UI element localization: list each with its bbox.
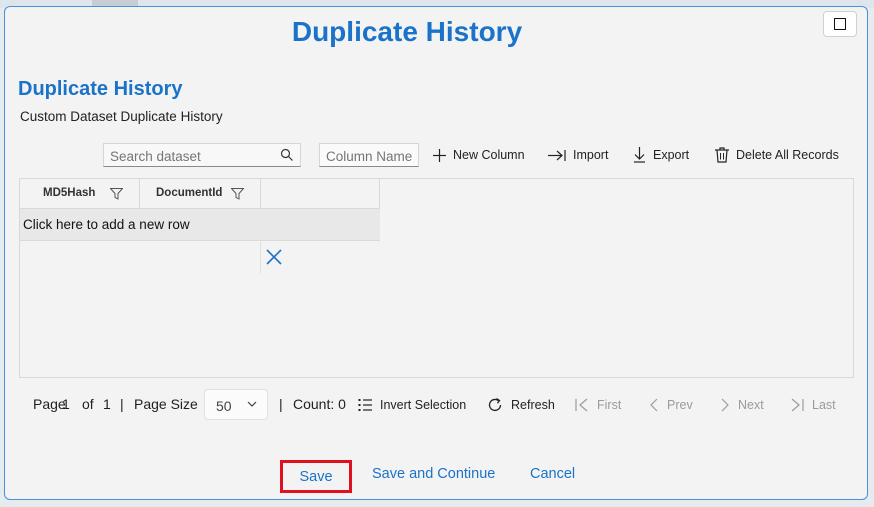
record-count: Count: 0 xyxy=(293,396,346,412)
first-page-button[interactable]: First xyxy=(575,395,621,415)
new-column-label: New Column xyxy=(453,148,525,162)
search-icon[interactable] xyxy=(280,148,294,167)
delete-all-records-button[interactable]: Delete All Records xyxy=(715,144,839,166)
delete-all-records-label: Delete All Records xyxy=(736,148,839,162)
add-new-row-label: Click here to add a new row xyxy=(23,217,190,232)
current-page: 1 xyxy=(62,396,70,412)
column-header-label: DocumentId xyxy=(156,187,223,199)
new-column-button[interactable]: New Column xyxy=(433,144,525,166)
search-input[interactable] xyxy=(108,146,272,166)
duplicate-history-dialog: Duplicate History Duplicate History Cust… xyxy=(4,6,868,500)
maximize-button[interactable] xyxy=(823,11,857,37)
chevron-right-icon xyxy=(721,398,729,412)
trash-icon xyxy=(715,147,729,163)
column-header-md5hash[interactable]: MD5Hash xyxy=(20,179,140,209)
chevron-left-icon xyxy=(650,398,658,412)
column-name-input[interactable] xyxy=(324,146,420,166)
first-page-icon xyxy=(575,398,588,412)
column-header-documentid[interactable]: DocumentId xyxy=(140,179,261,209)
page-size-select[interactable]: 50 xyxy=(204,389,268,420)
column-name-field[interactable] xyxy=(319,143,420,167)
refresh-button[interactable]: Refresh xyxy=(487,395,555,415)
refresh-label: Refresh xyxy=(511,398,555,412)
download-icon xyxy=(634,147,645,163)
dialog-title: Duplicate History xyxy=(291,16,523,47)
filter-icon[interactable] xyxy=(231,188,244,200)
list-icon xyxy=(358,399,372,411)
invert-selection-button[interactable]: Invert Selection xyxy=(358,395,466,415)
search-dataset-field[interactable] xyxy=(103,143,301,167)
total-pages: 1 xyxy=(103,396,111,412)
refresh-icon xyxy=(488,397,502,412)
save-and-continue-button[interactable]: Save and Continue xyxy=(372,466,495,482)
of-label: of xyxy=(82,396,94,412)
maximize-icon xyxy=(834,18,846,30)
page-size-value: 50 xyxy=(216,398,232,414)
page-label: Page xyxy=(33,396,66,412)
add-new-row[interactable]: Click here to add a new row xyxy=(20,209,380,241)
import-icon xyxy=(548,149,566,161)
import-button[interactable]: Import xyxy=(548,144,608,166)
last-page-label: Last xyxy=(812,398,836,412)
section-title: Duplicate History xyxy=(18,78,183,100)
prev-page-button[interactable]: Prev xyxy=(649,395,693,415)
invert-selection-label: Invert Selection xyxy=(380,398,467,412)
column-header-actions xyxy=(261,179,380,209)
last-page-icon xyxy=(791,398,804,412)
page-size-label: Page Size xyxy=(134,396,198,412)
pager-separator: | xyxy=(279,396,283,412)
data-grid: MD5Hash DocumentId Click here to add a n… xyxy=(19,178,854,378)
next-page-label: Next xyxy=(738,398,764,412)
row-divider xyxy=(260,241,261,273)
chevron-down-icon xyxy=(247,401,257,407)
filter-icon[interactable] xyxy=(110,188,123,200)
cancel-button[interactable]: Cancel xyxy=(530,466,575,482)
plus-icon xyxy=(433,148,446,162)
last-page-button[interactable]: Last xyxy=(790,395,836,415)
first-page-label: First xyxy=(597,398,622,412)
close-icon[interactable] xyxy=(266,249,282,265)
save-button[interactable]: Save xyxy=(280,460,352,493)
export-button[interactable]: Export xyxy=(633,144,689,166)
import-label: Import xyxy=(573,148,609,162)
pager-separator: | xyxy=(120,396,124,412)
next-page-button[interactable]: Next xyxy=(720,395,764,415)
prev-page-label: Prev xyxy=(667,398,693,412)
column-header-label: MD5Hash xyxy=(43,187,96,199)
export-label: Export xyxy=(653,148,690,162)
section-subtitle: Custom Dataset Duplicate History xyxy=(20,109,223,124)
